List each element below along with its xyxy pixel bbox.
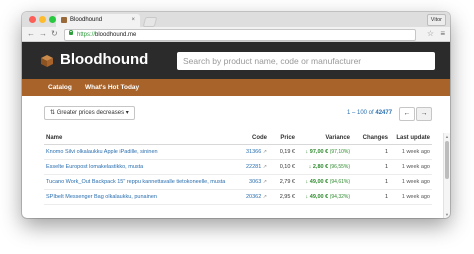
- search-input[interactable]: [177, 52, 435, 70]
- product-name-link[interactable]: SPIbelt Messenger Bag olkalaukku, punain…: [44, 189, 229, 205]
- table-row: SPIbelt Messenger Bag olkalaukku, punain…: [44, 189, 432, 205]
- nav-catalog[interactable]: Catalog: [48, 79, 72, 96]
- external-link-icon: ↗: [262, 179, 267, 185]
- column-header-changes[interactable]: Changes: [352, 132, 390, 145]
- vertical-scrollbar[interactable]: ▲ ▼: [443, 133, 450, 218]
- main-nav: Catalog What's Hot Today: [22, 79, 450, 96]
- scroll-up-icon[interactable]: ▲: [445, 134, 449, 139]
- browser-window: Bloodhound × Vitor ← → ↻ https://bloodho…: [22, 12, 450, 218]
- minimize-window-button[interactable]: [39, 16, 46, 23]
- column-header-last-update[interactable]: Last update: [390, 132, 432, 145]
- title-bar: Bloodhound × Vitor: [22, 12, 450, 27]
- address-bar[interactable]: https://bloodhound.me: [64, 29, 416, 41]
- browser-toolbar: ← → ↻ https://bloodhound.me ☆ ≡: [22, 27, 450, 42]
- scrollbar-thumb[interactable]: [445, 141, 449, 179]
- external-link-icon: ↗: [262, 194, 267, 200]
- table-row: Tucano Work_Out Backpack 15" reppu kanne…: [44, 174, 432, 190]
- pagination-summary: 1 – 100 of 42477: [347, 110, 393, 116]
- table-row: Esselte Europost lomakelastikko, musta 2…: [44, 159, 432, 175]
- last-update-value: 1 week ago: [390, 144, 432, 160]
- price-value: 0,10 €: [269, 159, 297, 175]
- products-table: Name Code Price Variance Changes Last up…: [44, 132, 432, 205]
- next-page-button[interactable]: →: [416, 107, 432, 121]
- changes-count: 1: [352, 159, 390, 175]
- price-value: 0,19 €: [269, 144, 297, 160]
- favicon-icon: [61, 17, 67, 23]
- back-icon[interactable]: ←: [27, 28, 35, 40]
- table-row: Knomo Silvi olkalaukku Apple iPadille, s…: [44, 144, 432, 160]
- product-code-link[interactable]: 3063 ↗: [229, 174, 269, 190]
- scroll-down-icon[interactable]: ▼: [445, 212, 449, 217]
- sort-dropdown[interactable]: ⇅ Greater prices decreases ▾: [44, 106, 135, 120]
- product-code-link[interactable]: 20362 ↗: [229, 189, 269, 205]
- tab-title: Bloodhound: [70, 17, 103, 23]
- product-name-link[interactable]: Knomo Silvi olkalaukku Apple iPadille, s…: [44, 144, 229, 160]
- column-header-code[interactable]: Code: [229, 132, 269, 145]
- browser-menu-icon[interactable]: ≡: [440, 28, 445, 40]
- previous-page-button[interactable]: ←: [399, 107, 415, 121]
- close-window-button[interactable]: [29, 16, 36, 23]
- browser-tab[interactable]: Bloodhound ×: [56, 14, 140, 27]
- pagination-total: 42477: [375, 110, 393, 116]
- external-link-icon: ↗: [262, 164, 267, 170]
- variance-value: ↓ 2,80 € (96,55%): [297, 159, 352, 175]
- product-code-link[interactable]: 22281 ↗: [229, 159, 269, 175]
- product-name-link[interactable]: Tucano Work_Out Backpack 15" reppu kanne…: [44, 174, 229, 190]
- price-value: 2,79 €: [269, 174, 297, 190]
- column-header-name[interactable]: Name: [44, 132, 229, 145]
- variance-value: ↓ 49,00 € (94,61%): [297, 174, 352, 190]
- chevron-down-icon: ▾: [125, 110, 129, 116]
- changes-count: 1: [352, 189, 390, 205]
- forward-icon[interactable]: →: [39, 28, 47, 40]
- address-url: https://bloodhound.me: [77, 32, 137, 38]
- changes-count: 1: [352, 144, 390, 160]
- last-update-value: 1 week ago: [390, 189, 432, 205]
- product-name-link[interactable]: Esselte Europost lomakelastikko, musta: [44, 159, 229, 175]
- variance-value: ↓ 97,00 € (97,10%): [297, 144, 352, 160]
- last-update-value: 1 week ago: [390, 174, 432, 190]
- site-logo[interactable]: Bloodhound: [60, 50, 148, 70]
- external-link-icon: ↗: [262, 149, 267, 155]
- list-controls: ⇅ Greater prices decreases ▾ 1 – 100 of …: [22, 96, 450, 136]
- column-header-variance[interactable]: Variance: [297, 132, 352, 145]
- column-header-price[interactable]: Price: [269, 132, 297, 145]
- profile-button[interactable]: Vitor: [426, 14, 446, 26]
- variance-value: ↓ 49,00 € (94,32%): [297, 189, 352, 205]
- zoom-window-button[interactable]: [49, 16, 56, 23]
- bookmark-star-icon[interactable]: ☆: [427, 28, 434, 40]
- last-update-value: 1 week ago: [390, 159, 432, 175]
- reload-icon[interactable]: ↻: [51, 28, 58, 40]
- table-header-row: Name Code Price Variance Changes Last up…: [44, 132, 432, 145]
- site-header: Bloodhound: [22, 42, 450, 79]
- product-code-link[interactable]: 31366 ↗: [229, 144, 269, 160]
- price-value: 2,95 €: [269, 189, 297, 205]
- sort-label: Greater prices decreases: [56, 110, 125, 116]
- sort-amount-icon: ⇅: [50, 110, 56, 116]
- nav-whats-hot-today[interactable]: What's Hot Today: [85, 79, 139, 96]
- tab-close-icon[interactable]: ×: [131, 14, 135, 27]
- logo-icon: [41, 55, 53, 67]
- changes-count: 1: [352, 174, 390, 190]
- lock-icon: [69, 30, 73, 35]
- new-tab-button[interactable]: [142, 17, 158, 27]
